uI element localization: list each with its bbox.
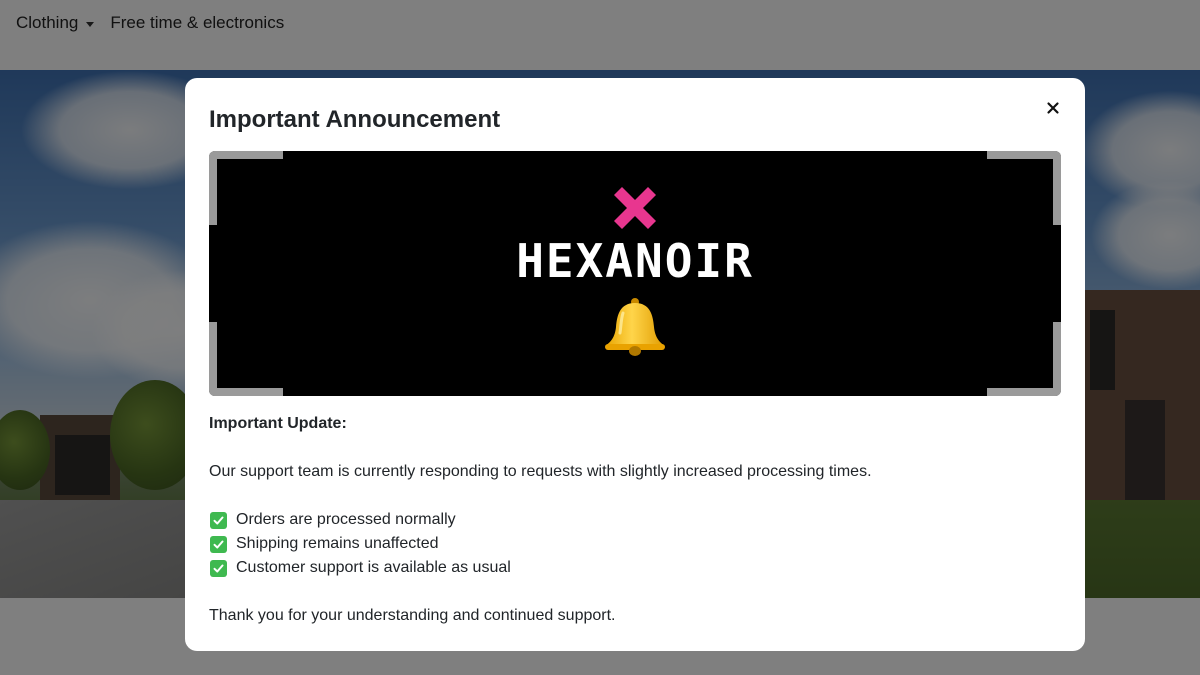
status-checklist: Orders are processed normally Shipping r…: [209, 508, 1061, 580]
close-button[interactable]: [1043, 98, 1063, 118]
announcement-body: Important Update: Our support team is cu…: [209, 412, 1061, 628]
closing-message: Thank you for your understanding and con…: [209, 607, 616, 624]
announcement-modal: Important Announcement HEXANOIR Importan…: [185, 78, 1085, 651]
checklist-item: Shipping remains unaffected: [209, 532, 1061, 556]
check-mark-icon: [210, 511, 227, 529]
bell-icon: [605, 298, 665, 356]
check-mark-icon: [210, 559, 227, 577]
modal-title: Important Announcement: [209, 106, 501, 133]
checklist-item: Orders are processed normally: [209, 508, 1061, 532]
announcement-banner: HEXANOIR: [209, 151, 1061, 396]
page: Clothing Free time & electronics Importa…: [0, 0, 1200, 675]
checklist-item-text: Customer support is available as usual: [236, 559, 511, 576]
checklist-item-text: Shipping remains unaffected: [236, 535, 439, 552]
brand-x-icon: [614, 187, 656, 229]
close-icon: [1047, 102, 1059, 114]
checklist-item-text: Orders are processed normally: [236, 511, 456, 528]
brand-logo-text: HEXANOIR: [516, 234, 754, 288]
check-mark-icon: [210, 535, 227, 553]
checklist-item: Customer support is available as usual: [209, 556, 1061, 580]
update-heading: Important Update:: [209, 415, 347, 432]
update-message: Our support team is currently responding…: [209, 463, 872, 480]
